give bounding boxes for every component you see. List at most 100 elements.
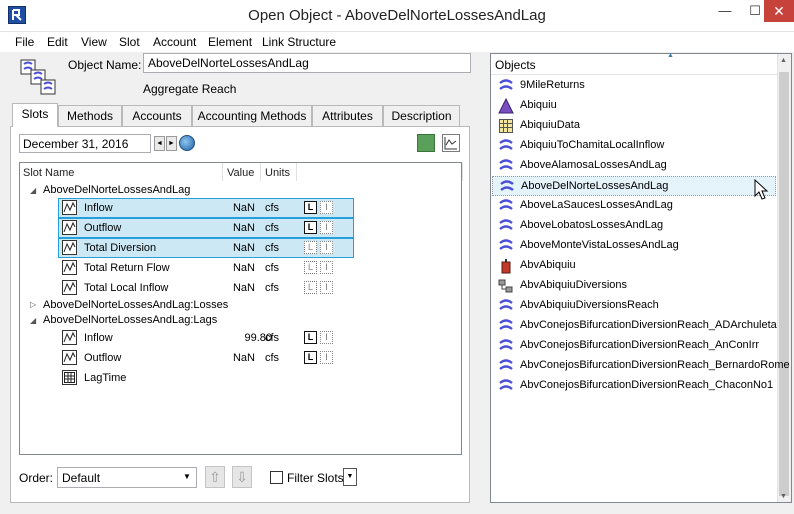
object-list-item[interactable]: AbvConejosBifurcationDiversionReach_Bern… xyxy=(492,356,790,376)
object-list-item[interactable]: AboveMonteVistaLossesAndLag xyxy=(492,236,776,256)
tree-group-label[interactable]: AboveDelNorteLossesAndLag:Losses xyxy=(43,299,228,311)
tab-slots[interactable]: Slots xyxy=(12,103,58,127)
menu-slot[interactable]: Slot xyxy=(119,35,140,49)
linked-indicator-l[interactable]: L xyxy=(304,201,317,214)
chevron-down-icon[interactable]: ▼ xyxy=(183,472,191,481)
slot-name[interactable]: LagTime xyxy=(84,372,126,384)
reach-icon xyxy=(498,318,514,334)
series-slot-icon xyxy=(62,280,77,295)
linked-indicator-l[interactable]: L xyxy=(304,221,317,234)
data-icon xyxy=(498,118,514,134)
tab-description[interactable]: Description xyxy=(383,105,460,126)
menu-element[interactable]: Element xyxy=(208,35,252,49)
tab-methods[interactable]: Methods xyxy=(58,105,122,126)
object-list-item[interactable]: AboveDelNorteLossesAndLag xyxy=(492,176,776,196)
object-list-item[interactable]: AbvConejosBifurcationDiversionReach_AnCo… xyxy=(492,336,776,356)
slot-units: cfs xyxy=(265,222,280,234)
color-swatch-button[interactable] xyxy=(417,134,435,152)
object-list-item[interactable]: AbiquiuToChamitaLocalInflow xyxy=(492,136,776,156)
filter-slots-checkbox[interactable] xyxy=(270,471,283,484)
input-indicator-i[interactable]: I xyxy=(320,281,333,294)
scroll-down-button[interactable]: ▼ xyxy=(780,493,787,500)
input-indicator-i[interactable]: I xyxy=(320,351,333,364)
object-list-item[interactable]: AboveAlamosaLossesAndLag xyxy=(492,156,776,176)
sort-ascending-icon[interactable]: ▲ xyxy=(667,52,674,59)
pane-splitter[interactable] xyxy=(478,52,487,514)
date-prev-button[interactable]: ◄ xyxy=(154,136,165,151)
minimize-button[interactable]: — xyxy=(710,0,740,22)
slot-name[interactable]: Outflow xyxy=(84,352,121,364)
filter-dropdown-button[interactable]: ▼ xyxy=(343,468,357,486)
plot-icon[interactable] xyxy=(442,134,460,152)
menu-file[interactable]: File xyxy=(15,35,34,49)
reservoir-icon xyxy=(498,97,514,114)
scroll-up-button[interactable]: ▲ xyxy=(780,57,787,64)
menu-account[interactable]: Account xyxy=(153,35,196,49)
tree-group-label[interactable]: AboveDelNorteLossesAndLag:Lags xyxy=(43,314,217,326)
tree-group-label[interactable]: AboveDelNorteLossesAndLag xyxy=(43,184,190,196)
input-indicator-i[interactable]: I xyxy=(320,221,333,234)
slot-name[interactable]: Total Diversion xyxy=(84,242,156,254)
column-divider xyxy=(462,163,463,181)
object-list-item-label: AbvConejosBifurcationDiversionReach_Chac… xyxy=(520,379,774,391)
slot-name[interactable]: Inflow xyxy=(84,202,113,214)
slot-name[interactable]: Total Return Flow xyxy=(84,262,170,274)
date-field[interactable]: December 31, 2016 xyxy=(19,134,151,153)
slot-name[interactable]: Inflow xyxy=(84,332,113,344)
input-indicator-i[interactable]: I xyxy=(320,331,333,344)
scrollbar-thumb[interactable] xyxy=(779,72,789,496)
object-list-item-label: AbvConejosBifurcationDiversionReach_AnCo… xyxy=(520,339,760,351)
object-list-item[interactable]: AboveLobatosLossesAndLag xyxy=(492,216,776,236)
close-button[interactable]: ✕ xyxy=(764,0,794,22)
input-indicator-i[interactable]: I xyxy=(320,201,333,214)
linked-indicator-l[interactable]: L xyxy=(304,281,317,294)
linked-indicator-l[interactable]: L xyxy=(304,351,317,364)
column-header-slot-name[interactable]: Slot Name xyxy=(23,167,74,179)
object-list-item[interactable]: AbvConejosBifurcationDiversionReach_ADAr… xyxy=(492,316,777,336)
globe-icon[interactable] xyxy=(179,135,195,151)
slot-value: NaN xyxy=(232,282,255,294)
linked-indicator-l[interactable]: L xyxy=(304,261,317,274)
slot-name[interactable]: Total Local Inflow xyxy=(84,282,168,294)
object-list-item[interactable]: AbvAbiquiuDiversions xyxy=(492,276,776,296)
object-list-item[interactable]: AbvAbiquiu xyxy=(492,256,776,276)
input-indicator-i[interactable]: I xyxy=(320,261,333,274)
move-down-button[interactable]: ⇩ xyxy=(232,466,252,488)
menu-edit[interactable]: Edit xyxy=(47,35,68,49)
object-name-field[interactable]: AboveDelNorteLossesAndLag xyxy=(143,53,471,73)
reach-icon xyxy=(498,198,514,214)
linked-indicator-l[interactable]: L xyxy=(304,331,317,344)
move-up-button[interactable]: ⇧ xyxy=(205,466,225,488)
tab-accounting-methods[interactable]: Accounting Methods xyxy=(192,105,312,126)
control-point-icon xyxy=(498,258,514,274)
objects-header[interactable]: Objects xyxy=(491,54,777,75)
menu-view[interactable]: View xyxy=(81,35,107,49)
series-slot-icon xyxy=(62,260,77,275)
input-indicator-i[interactable]: I xyxy=(320,241,333,254)
menu-link-structure[interactable]: Link Structure xyxy=(262,35,336,49)
object-list-item[interactable]: AbiquiuData xyxy=(492,116,776,136)
object-list-item[interactable]: AbvAbiquiuDiversionsReach xyxy=(492,296,776,316)
expand-toggle[interactable]: ▷ xyxy=(30,300,36,309)
date-next-button[interactable]: ► xyxy=(166,136,177,151)
slot-name[interactable]: Outflow xyxy=(84,222,121,234)
expand-toggle[interactable]: ◢ xyxy=(30,316,36,325)
reach-icon xyxy=(498,358,514,374)
filter-slots-label[interactable]: Filter Slots xyxy=(287,471,344,485)
tab-accounts[interactable]: Accounts xyxy=(122,105,192,126)
column-header-value[interactable]: Value xyxy=(227,167,254,179)
object-list-item[interactable]: AbvConejosBifurcationDiversionReach_Chac… xyxy=(492,376,776,396)
object-list-item-label: AbiquiuToChamitaLocalInflow xyxy=(520,139,665,151)
object-list-item[interactable]: Abiquiu xyxy=(492,96,776,116)
expand-toggle[interactable]: ◢ xyxy=(30,186,36,195)
order-select[interactable]: Default xyxy=(57,467,197,488)
linked-indicator-l[interactable]: L xyxy=(304,241,317,254)
object-list-item[interactable]: AboveLaSaucesLossesAndLag xyxy=(492,196,776,216)
slot-units: cfs xyxy=(265,242,280,254)
column-header-units[interactable]: Units xyxy=(265,167,290,179)
object-list-item-label: AboveLobatosLossesAndLag xyxy=(520,219,664,231)
object-list-item[interactable]: 9MileReturns xyxy=(492,76,776,96)
tab-attributes[interactable]: Attributes xyxy=(312,105,383,126)
series-slot-icon xyxy=(62,350,77,365)
column-divider xyxy=(296,163,297,181)
